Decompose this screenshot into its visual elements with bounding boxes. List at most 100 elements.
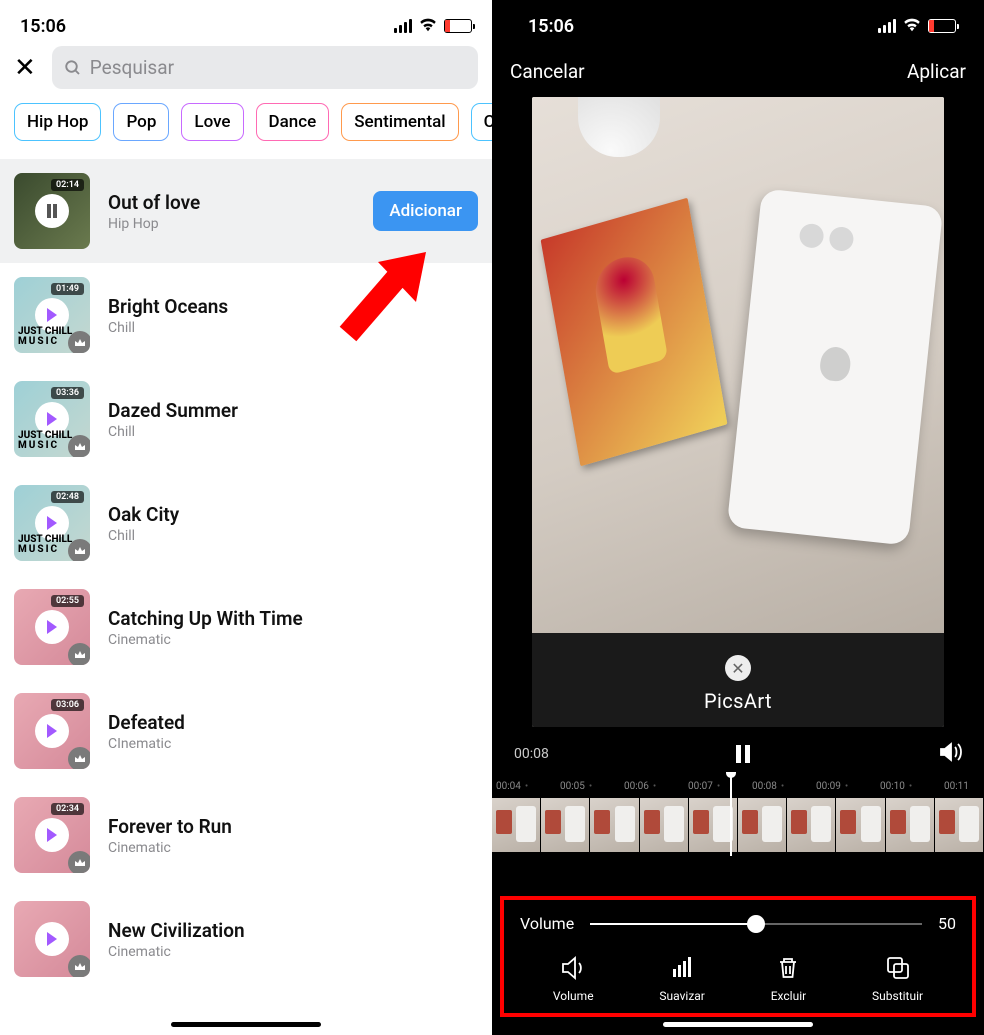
tool-volume[interactable]: Volume [553, 955, 594, 1003]
timeline-frame[interactable] [640, 798, 689, 852]
song-title: Bright Oceans [108, 295, 478, 318]
play-icon[interactable] [35, 714, 69, 748]
tool-suavizar[interactable]: Suavizar [659, 955, 704, 1003]
ruler-tick: 00:04• [496, 781, 558, 792]
tool-substituir[interactable]: Substituir [872, 955, 923, 1003]
timeline-ruler: 00:04•00:05•00:06•00:07•00:08•00:09•00:1… [492, 775, 984, 796]
play-icon[interactable] [35, 818, 69, 852]
status-bar: 15:06 [492, 0, 984, 46]
premium-crown-icon [68, 539, 90, 561]
video-preview[interactable]: ✕ PicsArt [532, 97, 944, 727]
song-title: Dazed Summer [108, 399, 478, 422]
timeline-frame[interactable] [836, 798, 885, 852]
chip-love[interactable]: Love [181, 103, 243, 141]
timeline-strip[interactable] [492, 798, 984, 852]
song-genre: Chill [108, 528, 478, 544]
current-time: 00:08 [514, 746, 549, 762]
chip-hiphop[interactable]: Hip Hop [14, 103, 101, 141]
play-icon[interactable] [35, 610, 69, 644]
timeline-frame[interactable] [935, 798, 984, 852]
thumb-text: JUST CHILLMUSIC [18, 431, 72, 451]
volume-value: 50 [938, 914, 956, 933]
song-thumbnail[interactable]: 03:36 JUST CHILLMUSIC [14, 381, 90, 457]
preview-object-lamp [578, 97, 660, 157]
timeline-frame[interactable] [738, 798, 787, 852]
volume-slider[interactable] [590, 923, 922, 925]
pause-icon[interactable] [35, 194, 69, 228]
search-input[interactable]: Pesquisar [52, 46, 478, 89]
song-row[interactable]: 02:34 Forever to RunCinematic [0, 783, 492, 887]
chip-pop[interactable]: Pop [113, 103, 169, 141]
song-thumbnail[interactable]: 02:34 [14, 797, 90, 873]
song-info: Dazed SummerChill [108, 399, 478, 440]
play-icon[interactable] [35, 922, 69, 956]
premium-crown-icon [68, 435, 90, 457]
cellular-icon [878, 19, 896, 33]
ruler-tick: 00:08• [752, 781, 814, 792]
song-thumbnail[interactable]: 02:55 [14, 589, 90, 665]
playhead[interactable] [730, 774, 732, 856]
duration-badge: 03:36 [51, 387, 84, 399]
song-thumbnail[interactable]: 03:06 [14, 693, 90, 769]
song-row[interactable]: 01:49JUST CHILLMUSIC Bright Oceans Chill [0, 263, 492, 367]
song-info: New CivilizationCinematic [108, 919, 478, 960]
premium-crown-icon [68, 643, 90, 665]
remove-watermark-icon[interactable]: ✕ [725, 655, 751, 681]
add-button[interactable]: Adicionar [373, 191, 478, 231]
tool-label: Excluir [771, 989, 806, 1003]
duration-badge: 03:06 [51, 699, 84, 711]
chip-dance[interactable]: Dance [256, 103, 330, 141]
substituir-icon [885, 955, 911, 981]
timeline-frame[interactable] [787, 798, 836, 852]
duration-badge: 01:49 [51, 283, 84, 295]
song-genre: Cinematic [108, 840, 478, 856]
home-indicator[interactable] [171, 1022, 321, 1027]
timeline-frame[interactable] [541, 798, 590, 852]
timeline-frame[interactable] [590, 798, 639, 852]
song-title: Out of love [108, 191, 355, 214]
duration-badge: 02:48 [51, 491, 84, 503]
chip-more[interactable]: Ch [471, 103, 492, 141]
song-row[interactable]: 03:06DefeatedCInematic [0, 679, 492, 783]
tool-excluir[interactable]: Excluir [771, 955, 806, 1003]
genre-chips: Hip Hop Pop Love Dance Sentimental Ch [0, 99, 492, 159]
timeline-frame[interactable] [886, 798, 935, 852]
song-info: Catching Up With TimeCinematic [108, 607, 478, 648]
battery-icon [444, 19, 472, 33]
song-row[interactable]: 02:48 JUST CHILLMUSIC Oak City Chill [0, 471, 492, 575]
cancel-button[interactable]: Cancelar [510, 60, 585, 83]
song-info: Oak City Chill [108, 503, 478, 544]
timeline-frame[interactable] [492, 798, 541, 852]
sound-icon[interactable] [938, 741, 962, 767]
song-row[interactable]: 02:14 Out of love Hip Hop Adicionar [0, 159, 492, 263]
song-genre: Chill [108, 320, 478, 336]
duration-badge: 02:34 [51, 803, 84, 815]
volume-knob[interactable] [747, 915, 765, 933]
wifi-icon [418, 16, 438, 37]
tool-label: Volume [553, 989, 594, 1003]
volume-label: Volume [520, 914, 574, 933]
song-row[interactable]: 03:36 JUST CHILLMUSIC Dazed SummerChill [0, 367, 492, 471]
chip-sentimental[interactable]: Sentimental [341, 103, 458, 141]
pause-button[interactable] [736, 745, 750, 763]
song-thumbnail[interactable]: 02:14 [14, 173, 90, 249]
song-row[interactable]: 02:55 Catching Up With TimeCinematic [0, 575, 492, 679]
thumb-text: JUST CHILLMUSIC [18, 535, 72, 555]
cellular-icon [394, 19, 412, 33]
song-thumbnail[interactable] [14, 901, 90, 977]
apply-button[interactable]: Aplicar [907, 60, 966, 83]
song-thumbnail[interactable]: 01:49JUST CHILLMUSIC [14, 277, 90, 353]
preview-object-comic [541, 198, 728, 467]
home-indicator[interactable] [663, 1022, 813, 1027]
song-title: Oak City [108, 503, 478, 526]
song-row[interactable]: New CivilizationCinematic [0, 887, 492, 991]
search-icon [64, 59, 82, 77]
close-icon[interactable]: ✕ [14, 53, 36, 83]
song-info: Out of love Hip Hop [108, 191, 355, 232]
song-thumbnail[interactable]: 02:48 JUST CHILLMUSIC [14, 485, 90, 561]
watermark-label: PicsArt [704, 689, 772, 713]
song-title: New Civilization [108, 919, 478, 942]
battery-icon [928, 19, 956, 33]
song-genre: Hip Hop [108, 216, 355, 232]
song-info: Forever to RunCinematic [108, 815, 478, 856]
